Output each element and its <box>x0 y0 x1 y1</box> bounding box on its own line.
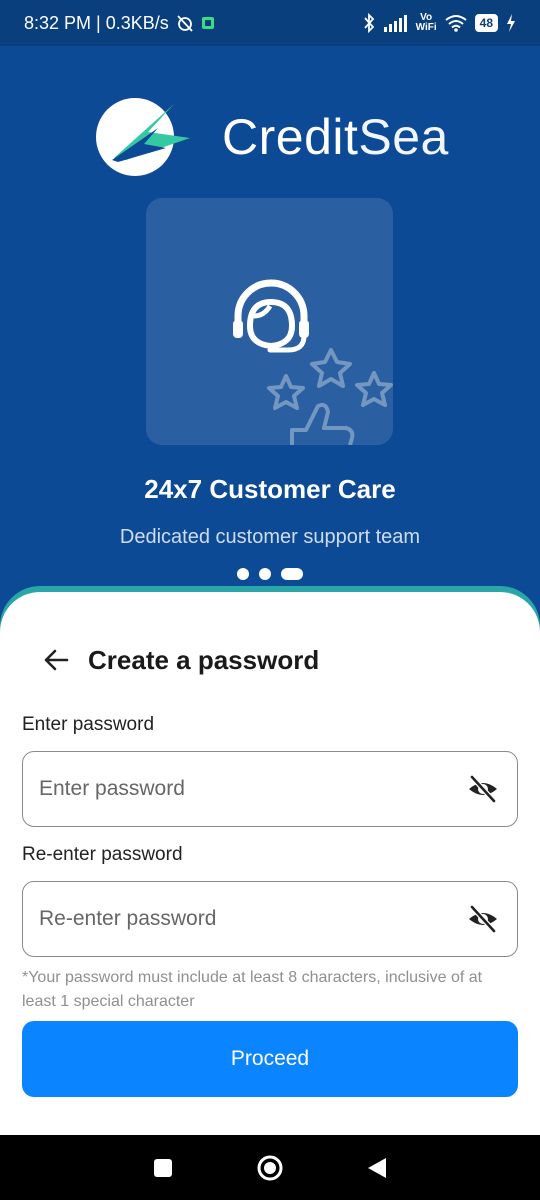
brand-name: CreditSea <box>222 108 449 166</box>
status-time-speed: 8:32 PM | 0.3KB/s <box>24 12 169 33</box>
reenter-password-field[interactable] <box>22 881 518 957</box>
brand-logo: CreditSea <box>96 98 449 176</box>
feature-title: 24x7 Customer Care <box>144 474 396 504</box>
password-sheet: Create a password Enter password Re-ente… <box>0 592 540 1135</box>
system-nav-bar <box>0 1135 540 1200</box>
reenter-password-input[interactable] <box>39 907 465 931</box>
battery-indicator: 48 <box>474 14 498 32</box>
brand-name-light: Sea <box>358 109 449 165</box>
creditsea-logo-icon <box>96 98 190 176</box>
password-hint: *Your password must include at least 8 c… <box>22 969 483 1010</box>
home-button[interactable] <box>250 1148 290 1188</box>
back-arrow-icon <box>44 649 69 671</box>
sheet-header: Create a password <box>38 642 319 678</box>
wifi-icon <box>445 14 467 32</box>
password-field[interactable] <box>22 751 518 827</box>
status-left: 8:32 PM | 0.3KB/s <box>24 13 215 34</box>
reenter-password-label: Re-enter password <box>22 844 183 865</box>
brand-name-bold: Credit <box>222 109 359 165</box>
proceed-button[interactable]: Proceed <box>22 1021 518 1097</box>
back-button[interactable] <box>38 642 74 678</box>
alarm-off-icon <box>175 13 195 33</box>
carousel-dot[interactable] <box>259 568 271 580</box>
carousel-dot-active[interactable] <box>281 568 303 580</box>
status-bar: 8:32 PM | 0.3KB/s Vo WiFi 48 <box>0 0 540 46</box>
carousel-dot[interactable] <box>237 568 249 580</box>
square-icon <box>154 1158 173 1177</box>
charging-icon <box>506 14 516 32</box>
password-label: Enter password <box>22 714 155 735</box>
page-title: Create a password <box>88 644 320 675</box>
toggle-password-visibility-button[interactable] <box>465 771 501 807</box>
vowifi-indicator: Vo WiFi <box>416 13 437 33</box>
eye-off-icon <box>469 775 497 803</box>
recents-button[interactable] <box>143 1148 183 1188</box>
bluetooth-icon <box>362 13 376 33</box>
customer-support-icon <box>233 279 393 445</box>
wifi-label: WiFi <box>415 22 437 33</box>
back-nav-button[interactable] <box>357 1148 397 1188</box>
feature-subtitle: Dedicated customer support team <box>119 526 421 548</box>
circle-icon <box>257 1155 283 1180</box>
feature-illustration-card <box>146 198 393 445</box>
status-right: Vo WiFi 48 <box>362 13 516 33</box>
signal-icon <box>383 14 408 32</box>
password-input[interactable] <box>39 777 465 801</box>
hero-section: CreditSea 24x7 Customer Care Dedicated c… <box>0 46 540 566</box>
app-notification-icon <box>201 16 215 30</box>
toggle-reenter-visibility-button[interactable] <box>465 901 501 937</box>
triangle-back-icon <box>367 1157 386 1178</box>
carousel-indicator[interactable] <box>0 568 540 580</box>
eye-off-icon <box>469 905 497 933</box>
